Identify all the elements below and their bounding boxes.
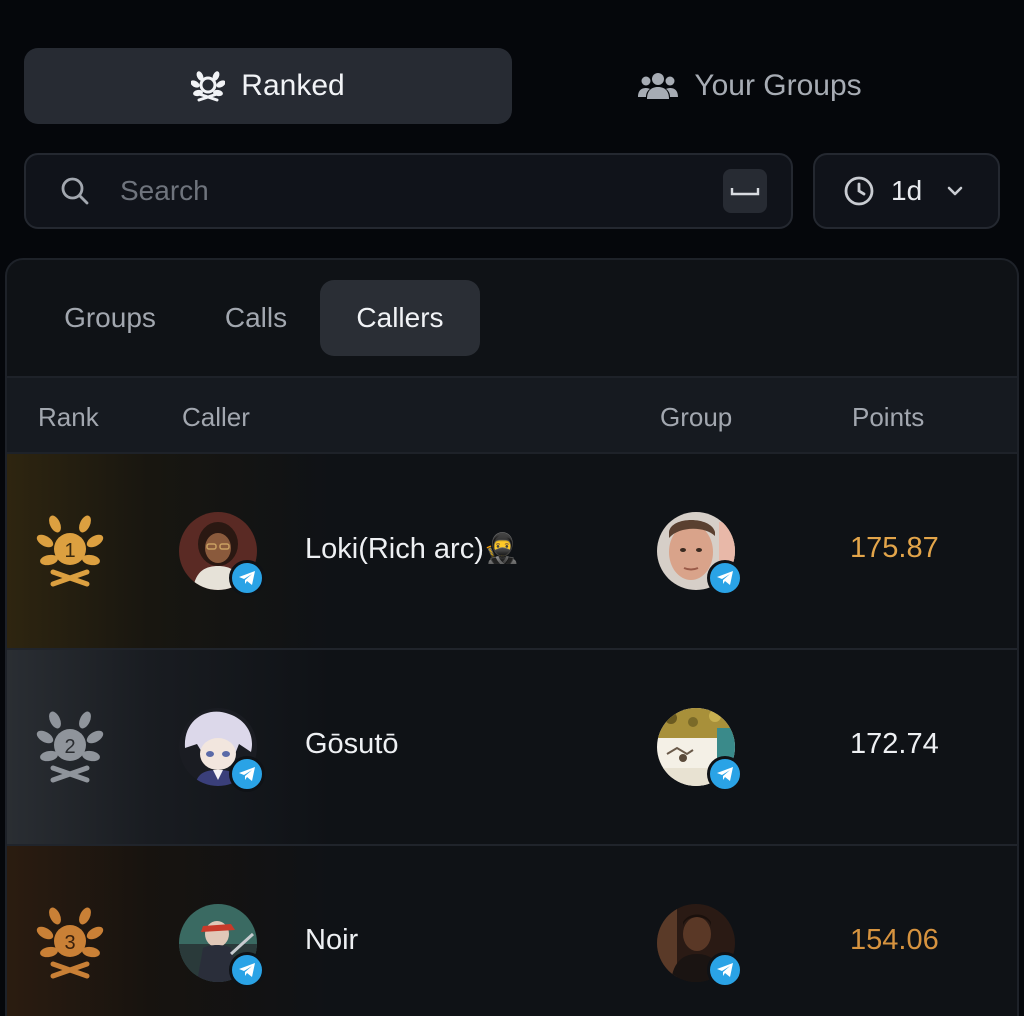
table-row[interactable]: 2 Gōsutō 172.74 (7, 650, 1017, 846)
rank-number: 3 (64, 932, 75, 954)
time-range-value: 1d (891, 175, 923, 206)
caller-name[interactable]: Noir (305, 924, 358, 957)
telegram-icon[interactable] (707, 560, 743, 596)
caller-name[interactable]: Gōsutō (305, 728, 399, 761)
time-range-select[interactable]: 1d (813, 153, 1000, 229)
points-value: 172.74 (850, 728, 939, 760)
space-key-icon (723, 169, 767, 213)
leaderboard-app: Ranked Your Groups Search 1d Groups Call… (0, 0, 1024, 1016)
table-header: Rank Caller Group Points (7, 376, 1017, 454)
users-icon (638, 71, 679, 101)
tab-your-groups[interactable]: Your Groups (560, 48, 940, 124)
laurel-icon (191, 69, 226, 103)
points-value: 154.06 (850, 924, 939, 956)
rank-number: 1 (64, 540, 75, 562)
clock-icon (843, 175, 875, 207)
table-row[interactable]: 1 Loki(Rich arc)🥷 175.87 (7, 454, 1017, 650)
header-rank: Rank (38, 402, 99, 432)
tab-ranked[interactable]: Ranked (24, 48, 512, 124)
header-caller: Caller (182, 402, 250, 432)
gold-laurel-rank-badge: 1 (36, 515, 104, 587)
telegram-icon[interactable] (707, 756, 743, 792)
caller-name[interactable]: Loki(Rich arc)🥷 (305, 532, 520, 566)
search-box[interactable] (24, 153, 793, 229)
tab-ranked-label: Ranked (241, 69, 345, 102)
tab-groups[interactable]: Groups (43, 280, 177, 356)
tab-your-groups-label: Your Groups (694, 69, 862, 102)
header-group: Group (660, 402, 733, 432)
bronze-laurel-rank-badge: 3 (36, 907, 104, 979)
search-icon (60, 176, 90, 206)
telegram-icon[interactable] (229, 952, 265, 988)
table-row[interactable]: 3 Noir 154.06 (7, 846, 1017, 1016)
telegram-icon[interactable] (229, 560, 265, 596)
chevron-down-icon (946, 185, 964, 197)
tab-callers[interactable]: Callers (320, 280, 480, 356)
header-points: Points (852, 402, 925, 432)
telegram-icon[interactable] (229, 756, 265, 792)
search-input[interactable] (120, 175, 723, 207)
leaderboard-panel: Groups Calls Callers Rank Caller Group P… (5, 258, 1019, 1016)
points-value: 175.87 (850, 532, 939, 564)
rank-number: 2 (64, 736, 75, 758)
telegram-icon[interactable] (707, 952, 743, 988)
tab-calls[interactable]: Calls (201, 280, 311, 356)
silver-laurel-rank-badge: 2 (36, 711, 104, 783)
